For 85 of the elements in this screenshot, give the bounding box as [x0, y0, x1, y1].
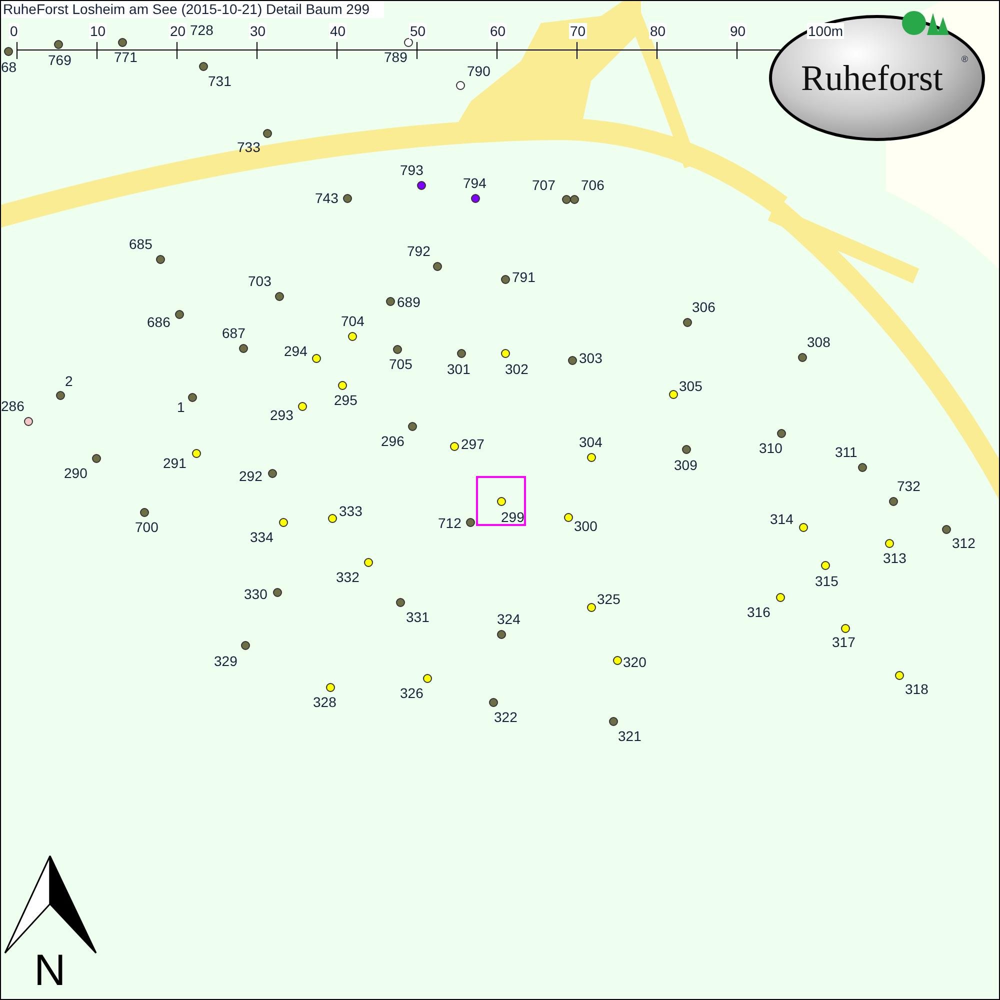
- tree-number: 301: [447, 361, 470, 377]
- tree-number: 333: [339, 503, 362, 519]
- scale-label: 50: [409, 23, 427, 39]
- tree-number: 733: [237, 139, 260, 155]
- tree-number: 313: [883, 550, 906, 566]
- tree-number: 331: [406, 609, 430, 625]
- tree-number: 321: [618, 728, 642, 744]
- trees-logo-icon: [901, 9, 951, 37]
- tree-number: 322: [494, 709, 518, 725]
- tree-number: 689: [397, 294, 420, 310]
- tree-number: 771: [114, 49, 138, 65]
- north-label: N: [34, 947, 66, 995]
- scale-label: 10: [89, 23, 107, 39]
- tree-number: 68: [1, 59, 17, 75]
- tree-number: 299: [501, 509, 524, 525]
- tree-number: 294: [284, 343, 308, 359]
- tree-number: 685: [129, 236, 152, 252]
- tree-number: 332: [336, 569, 360, 585]
- tree-number: 326: [400, 685, 424, 701]
- tree-number: 318: [905, 681, 928, 697]
- tree-number: 320: [623, 654, 646, 670]
- map-title: RuheForst Losheim am See (2015-10-21) Detail Baum 299: [1, 1, 384, 18]
- tree-number: 292: [239, 468, 262, 484]
- tree-number: 707: [532, 177, 556, 193]
- tree-number: 308: [807, 334, 830, 350]
- tree-number: 309: [674, 457, 698, 473]
- tree-number: 2: [65, 373, 73, 389]
- tree-number: 300: [574, 518, 598, 534]
- tree-number: 324: [497, 611, 520, 627]
- tree-number: 743: [315, 190, 338, 206]
- tree-number: 304: [579, 434, 602, 450]
- tree-number: 687: [222, 325, 246, 341]
- logo-registered-mark: ®: [961, 54, 968, 64]
- tree-number: 328: [313, 694, 336, 710]
- tree-number: 793: [400, 162, 424, 178]
- tree-number: 317: [832, 634, 856, 650]
- tree-number: 1: [177, 399, 185, 415]
- logo-text: Ruheforst: [801, 58, 943, 98]
- scale-label: 0: [9, 23, 19, 39]
- tree-number: 316: [747, 604, 770, 620]
- tree-number: 792: [407, 243, 430, 259]
- tree-number: 302: [505, 361, 528, 377]
- tree-number: 293: [270, 407, 294, 423]
- scale-label: 70: [569, 23, 587, 39]
- tree-number: 791: [512, 269, 536, 285]
- tree-number: 769: [48, 52, 72, 68]
- tree-number: 295: [334, 392, 358, 408]
- tree-number: 286: [1, 398, 24, 414]
- scale-label: 30: [249, 23, 267, 39]
- tree-number: 789: [384, 49, 408, 65]
- tree-number: 732: [897, 478, 920, 494]
- tree-number: 704: [341, 313, 364, 329]
- tree-number: 700: [135, 519, 158, 535]
- tree-number: 314: [770, 511, 794, 527]
- tree-number: 291: [163, 455, 186, 471]
- tree-number: 290: [64, 465, 88, 481]
- tree-number: 794: [463, 175, 486, 191]
- tree-number: 706: [581, 177, 604, 193]
- tree-number: 329: [214, 653, 238, 669]
- tree-number: 790: [467, 63, 490, 79]
- tree-number: 330: [244, 586, 268, 602]
- tree-number: 325: [597, 591, 620, 607]
- scale-label: 90: [729, 23, 747, 39]
- tree-number: 703: [248, 273, 272, 289]
- scale-label: 40: [329, 23, 347, 39]
- tree-number: 312: [952, 535, 976, 551]
- north-arrow-icon: [3, 854, 99, 956]
- tree-number: 705: [389, 356, 412, 372]
- scale-label: 100m: [807, 23, 844, 39]
- scale-label: 20: [169, 23, 187, 39]
- tree-number: 297: [461, 436, 484, 452]
- tree-number: 306: [692, 299, 716, 315]
- tree-number: 731: [208, 73, 232, 89]
- tree-number: 712: [438, 515, 462, 531]
- tree-number: 311: [835, 444, 858, 460]
- tree-number: 296: [381, 433, 404, 449]
- tree-number: 686: [147, 314, 170, 330]
- tree-number: 303: [579, 350, 602, 366]
- scale-label: 80: [649, 23, 667, 39]
- scale-label: 60: [489, 23, 507, 39]
- tree-number: 315: [815, 573, 838, 589]
- tree-number: 310: [759, 440, 782, 456]
- tree-number: 334: [250, 529, 274, 545]
- tree-number: 728: [190, 22, 214, 38]
- tree-number: 305: [679, 378, 702, 394]
